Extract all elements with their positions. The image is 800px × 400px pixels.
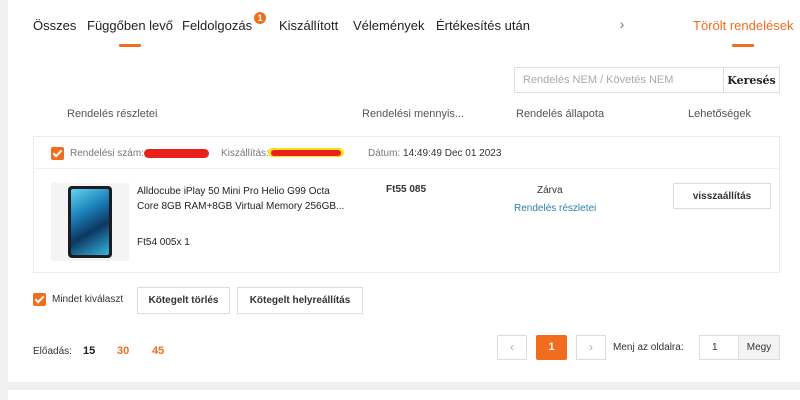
select-all-label[interactable]: Mindet kiválaszt [52,294,123,305]
next-page-chevron-icon[interactable]: › [576,335,606,360]
order-number-label: Rendelési szám: [70,148,144,159]
tab-shipped[interactable]: Kiszállított [279,18,338,33]
product-title[interactable]: Alldocube iPlay 50 Mini Pro Helio G99 Oc… [137,184,352,214]
current-page-button[interactable]: 1 [536,335,567,360]
column-header-options: Lehetőségek [688,108,751,120]
tab-deleted-orders[interactable]: Törölt rendelések [693,18,793,33]
tablet-screen [71,189,109,255]
per-page-option-45[interactable]: 45 [152,345,164,357]
goto-page-input[interactable] [699,335,739,360]
per-page-option-30[interactable]: 30 [117,345,129,357]
tab-processing-label: Feldolgozás [182,18,253,33]
tablet-device [68,186,112,258]
per-page-label: Előadás: [33,346,72,357]
processing-count-badge: 1 [254,12,267,24]
product-price: Ft54 005x 1 [137,237,190,248]
order-quantity-amount: Ft55 085 [386,184,427,195]
date-value: 14:49:49 Dec 01 2023 [403,148,502,159]
tab-after-sales[interactable]: Értékesítés után [436,18,530,33]
bottom-panel [8,390,800,400]
order-card: Rendelési szám: Kiszállítás: Dátum: 14:4… [33,136,780,273]
order-status: Zárva [537,185,563,196]
tab-reviews[interactable]: Vélemények [353,18,425,33]
tabs-next-arrow-icon[interactable]: › [612,16,632,36]
restore-button[interactable]: visszaállítás [673,183,771,209]
order-checkbox[interactable] [51,147,64,160]
order-date: Dátum: 14:49:49 Dec 01 2023 [368,148,501,159]
shipping-redaction [271,150,341,156]
tab-pending[interactable]: Függőben levő [87,18,173,33]
order-header: Rendelési szám: Kiszállítás: Dátum: 14:4… [34,137,779,169]
tab-processing[interactable]: Feldolgozás 1 [182,12,267,33]
per-page-option-15[interactable]: 15 [83,345,95,357]
order-search-input[interactable] [514,67,724,93]
tab-all[interactable]: Összes [33,18,76,33]
shipping-label: Kiszállítás: [221,148,269,159]
column-header-order-details: Rendelés részletei [67,108,158,120]
column-header-status: Rendelés állapota [516,108,605,120]
date-label: Dátum: [368,148,401,159]
bulk-delete-button[interactable]: Kötegelt törlés [137,287,230,314]
order-details-link[interactable]: Rendelés részletei [514,203,596,214]
select-all-checkbox[interactable] [33,293,46,306]
bulk-restore-button[interactable]: Kötegelt helyreállítás [237,287,363,314]
prev-page-chevron-icon[interactable]: ‹ [497,335,527,360]
order-number-redaction [144,149,209,158]
goto-page-button[interactable]: Megy [738,335,780,360]
goto-page-label: Menj az oldalra: [613,342,684,353]
column-header-quantity: Rendelési mennyis... [362,108,465,120]
product-image[interactable] [51,183,129,261]
search-button[interactable]: Keresés [723,67,780,93]
